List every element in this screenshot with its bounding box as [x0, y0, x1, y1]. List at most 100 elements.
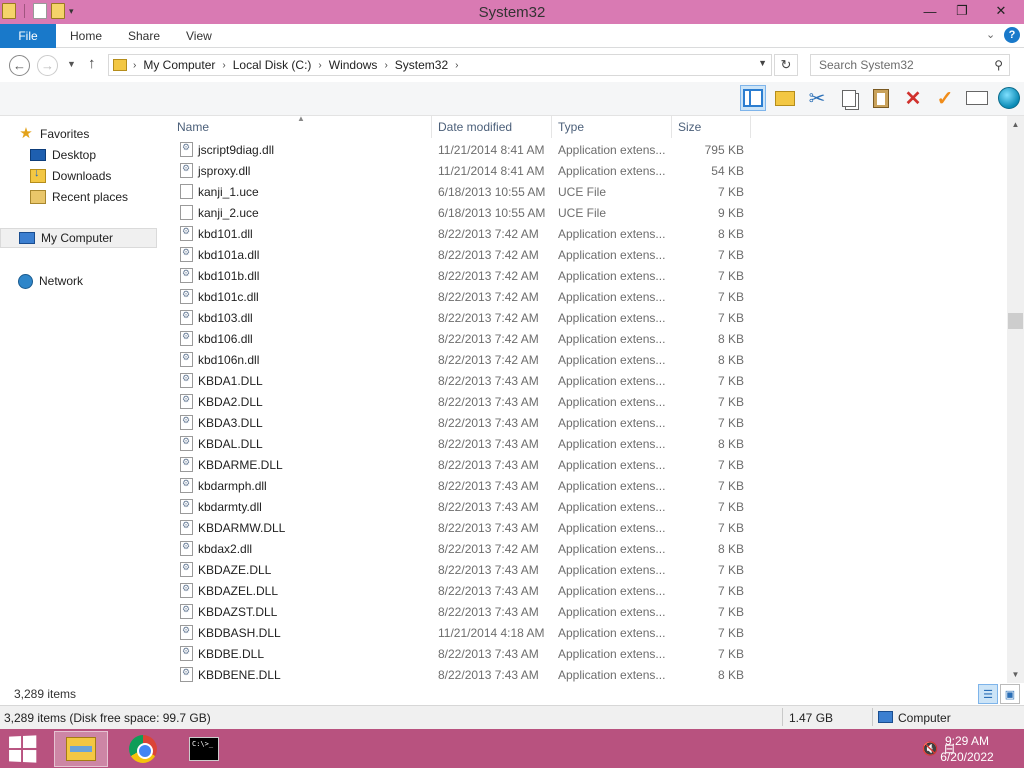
column-date-modified[interactable]: Date modified: [438, 120, 512, 134]
table-row[interactable]: kbdarmty.dll 8/22/2013 7:43 AM Application…: [160, 496, 752, 517]
nav-desktop[interactable]: Desktop: [30, 145, 96, 165]
table-row[interactable]: KBDA3.DLL 8/22/2013 7:43 AM Application ex…: [160, 412, 752, 433]
chevron-right-icon[interactable]: ›: [453, 60, 460, 71]
table-row[interactable]: kbd103.dll 8/22/2013 7:42 AM Application e…: [160, 307, 752, 328]
column-divider[interactable]: [750, 116, 751, 138]
table-row[interactable]: KBDARMW.DLL 8/22/2013 7:43 AM Application …: [160, 517, 752, 538]
chevron-right-icon[interactable]: ›: [131, 60, 138, 71]
properties-button[interactable]: ✓: [932, 85, 958, 111]
tab-view[interactable]: View: [186, 29, 212, 43]
column-size[interactable]: Size: [678, 120, 701, 134]
vertical-scrollbar[interactable]: ▲ ▼: [1007, 116, 1024, 683]
taskbar-chrome[interactable]: [116, 731, 170, 767]
clock-date[interactable]: 6/20/2022: [932, 750, 1002, 764]
clock-time[interactable]: 9:29 AM: [932, 734, 1002, 748]
table-row[interactable]: kbdax2.dll 8/22/2013 7:42 AM Application e…: [160, 538, 752, 559]
nav-my-computer[interactable]: My Computer: [0, 228, 157, 248]
cut-button[interactable]: ✂: [804, 85, 830, 111]
table-row[interactable]: kanji_1.uce 6/18/2013 10:55 AM UCE File 7 K…: [160, 181, 752, 202]
tab-share[interactable]: Share: [128, 29, 160, 43]
nav-favorites[interactable]: ★ Favorites: [18, 124, 89, 144]
tab-file[interactable]: File: [0, 24, 56, 48]
file-name: KBDA1.DLL: [198, 374, 263, 388]
back-button[interactable]: ←: [9, 55, 30, 76]
breadcrumb-my-computer[interactable]: My Computer: [138, 58, 220, 72]
table-row[interactable]: KBDAZEL.DLL 8/22/2013 7:43 AM Application …: [160, 580, 752, 601]
scroll-down-icon[interactable]: ▼: [1007, 666, 1024, 683]
table-row[interactable]: KBDA1.DLL 8/22/2013 7:43 AM Application ex…: [160, 370, 752, 391]
table-row[interactable]: jscript9diag.dll 11/21/2014 8:41 AM Applic…: [160, 139, 752, 160]
chevron-right-icon[interactable]: ›: [382, 60, 389, 71]
system-tray: 🔇 ⊟ 9:29 AM 6/20/2022: [884, 729, 1024, 768]
table-row[interactable]: kbd101c.dll 8/22/2013 7:42 AM Application …: [160, 286, 752, 307]
navigation-pane: ★ Favorites Desktop Downloads Recent pla…: [0, 116, 160, 683]
chevron-down-icon[interactable]: ▼: [758, 58, 767, 68]
file-name: kbdax2.dll: [198, 542, 253, 556]
table-row[interactable]: kbd106.dll 8/22/2013 7:42 AM Application e…: [160, 328, 752, 349]
table-row[interactable]: KBDARME.DLL 8/22/2013 7:43 AM Application …: [160, 454, 752, 475]
table-row[interactable]: jsproxy.dll 11/21/2014 8:41 AM Application…: [160, 160, 752, 181]
refresh-button[interactable]: ↻: [774, 54, 798, 76]
table-row[interactable]: KBDAZE.DLL 8/22/2013 7:43 AM Application e…: [160, 559, 752, 580]
scrollbar-thumb[interactable]: [1008, 313, 1023, 329]
rename-button[interactable]: [964, 85, 990, 111]
search-input[interactable]: [819, 58, 989, 72]
table-row[interactable]: kbd106n.dll 8/22/2013 7:42 AM Application …: [160, 349, 752, 370]
chevron-right-icon[interactable]: ›: [316, 60, 323, 71]
status-location: Computer: [898, 711, 951, 725]
delete-button[interactable]: ✕: [900, 85, 926, 111]
search-box[interactable]: ⚲: [810, 54, 1010, 76]
column-name[interactable]: Name: [177, 120, 209, 134]
windows-start-icon[interactable]: [9, 735, 38, 763]
paste-button[interactable]: [868, 85, 894, 111]
nav-network[interactable]: Network: [18, 271, 83, 291]
sort-ascending-icon: ▲: [297, 114, 305, 123]
copy-button[interactable]: [836, 85, 862, 111]
taskbar-file-explorer[interactable]: [54, 731, 108, 767]
file-size: 8 KB: [717, 227, 744, 241]
breadcrumb-local-disk[interactable]: Local Disk (C:): [228, 58, 317, 72]
title-bar: ▾ System32 — ❐ ✕: [0, 0, 1024, 24]
table-row[interactable]: KBDBE.DLL 8/22/2013 7:43 AM Application ex…: [160, 643, 752, 664]
table-row[interactable]: kbd101.dll 8/22/2013 7:42 AM Application e…: [160, 223, 752, 244]
table-row[interactable]: KBDBENE.DLL 8/22/2013 7:43 AM Application …: [160, 664, 752, 685]
maximize-button[interactable]: ❐: [946, 0, 978, 22]
table-row[interactable]: KBDAZST.DLL 8/22/2013 7:43 AM Application …: [160, 601, 752, 622]
search-icon[interactable]: ⚲: [994, 58, 1003, 72]
breadcrumb-windows[interactable]: Windows: [324, 58, 383, 72]
help-icon[interactable]: ?: [1004, 27, 1020, 43]
table-row[interactable]: KBDA2.DLL 8/22/2013 7:43 AM Application ex…: [160, 391, 752, 412]
tab-home[interactable]: Home: [70, 29, 102, 43]
navigation-pane-button[interactable]: [740, 85, 766, 111]
close-button[interactable]: ✕: [978, 0, 1024, 22]
up-button[interactable]: ↑: [88, 55, 96, 72]
column-type[interactable]: Type: [558, 120, 584, 134]
column-divider[interactable]: [431, 116, 432, 138]
recent-locations-dropdown[interactable]: ▼: [67, 59, 76, 69]
new-folder-button[interactable]: [772, 85, 798, 111]
details-view-button[interactable]: ☰: [978, 684, 998, 704]
table-row[interactable]: KBDAL.DLL 8/22/2013 7:43 AM Application ex…: [160, 433, 752, 454]
table-row[interactable]: kbd101b.dll 8/22/2013 7:42 AM Application …: [160, 265, 752, 286]
breadcrumb-system32[interactable]: System32: [390, 58, 453, 72]
table-row[interactable]: KBDBASH.DLL 11/21/2014 4:18 AM Application…: [160, 622, 752, 643]
table-row[interactable]: kanji_2.uce 6/18/2013 10:55 AM UCE File 9 K…: [160, 202, 752, 223]
column-divider[interactable]: [551, 116, 552, 138]
minimize-button[interactable]: —: [914, 0, 946, 22]
column-divider[interactable]: [671, 116, 672, 138]
address-bar[interactable]: › My Computer › Local Disk (C:) › Window…: [108, 54, 772, 76]
table-row[interactable]: kbdarmph.dll 8/22/2013 7:43 AM Application…: [160, 475, 752, 496]
table-row[interactable]: kbd101a.dll 8/22/2013 7:42 AM Application …: [160, 244, 752, 265]
forward-button[interactable]: →: [37, 55, 58, 76]
file-icon: [180, 184, 193, 199]
dll-icon: [180, 583, 193, 598]
nav-downloads[interactable]: Downloads: [30, 166, 111, 186]
nav-recent-places[interactable]: Recent places: [30, 187, 128, 207]
large-icons-view-button[interactable]: ▣: [1000, 684, 1020, 704]
file-icon: [180, 205, 193, 220]
expand-ribbon-icon[interactable]: ⌄: [986, 28, 995, 41]
scroll-up-icon[interactable]: ▲: [1007, 116, 1024, 133]
taskbar-command-prompt[interactable]: C:\>_: [177, 731, 231, 767]
chevron-right-icon[interactable]: ›: [220, 60, 227, 71]
globe-button[interactable]: [996, 85, 1022, 111]
